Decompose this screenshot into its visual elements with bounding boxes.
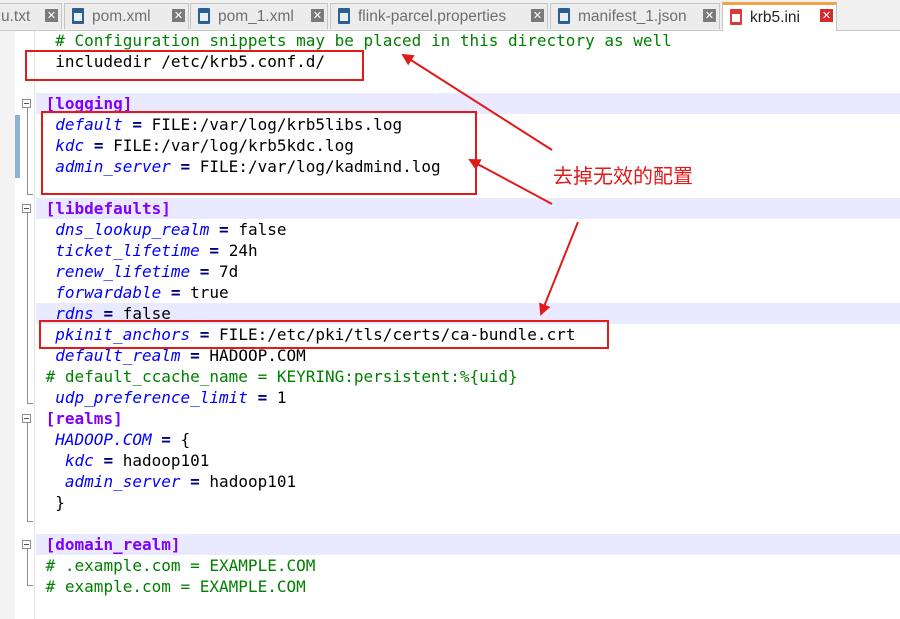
fold-guide	[27, 403, 33, 404]
code-line: admin_server = hadoop101	[36, 471, 900, 492]
line-margin	[0, 31, 15, 619]
code-line: # example.com = EXAMPLE.COM	[36, 576, 900, 597]
code-line: renew_lifetime = 7d	[36, 261, 900, 282]
tab-label: flink-parcel.properties	[358, 7, 507, 25]
close-icon[interactable]: ✕	[531, 9, 544, 22]
code-line: dns_lookup_realm = false	[36, 219, 900, 240]
close-icon[interactable]: ✕	[703, 9, 716, 22]
tab-pom-xml[interactable]: pom.xml ✕	[64, 3, 189, 29]
tab-label: krb5.ini	[750, 9, 800, 26]
file-icon	[71, 7, 87, 26]
comment-text: # Configuration snippets may be placed i…	[55, 31, 672, 50]
file-icon	[337, 7, 353, 26]
fold-guide	[27, 423, 28, 521]
config-key: kdc	[64, 451, 94, 470]
config-value: false	[238, 220, 287, 239]
fold-toggle-domain-realm[interactable]	[22, 540, 31, 549]
operator: =	[170, 283, 181, 302]
config-key: ticket_lifetime	[55, 241, 200, 260]
comment-text: # example.com = EXAMPLE.COM	[45, 577, 306, 596]
file-icon	[557, 7, 573, 26]
tab-pom-1-xml[interactable]: pom_1.xml ✕	[190, 3, 328, 29]
section-header: [domain_realm]	[45, 535, 181, 554]
config-value: 1	[276, 388, 287, 407]
code-line: kdc = hadoop101	[36, 450, 900, 471]
tab-label: u.txt	[1, 7, 31, 25]
tab-label: manifest_1.json	[578, 7, 687, 25]
annotation-note: 去掉无效的配置	[553, 164, 693, 188]
config-value: hadoop101	[209, 472, 297, 491]
section-header: [libdefaults]	[45, 199, 171, 218]
operator: =	[257, 388, 268, 407]
config-key: dns_lookup_realm	[55, 220, 210, 239]
operator: =	[209, 241, 220, 260]
config-key: forwardable	[55, 283, 162, 302]
operator: =	[161, 430, 171, 449]
tab-manifest-1-json[interactable]: manifest_1.json ✕	[550, 3, 720, 29]
close-icon[interactable]: ✕	[311, 9, 324, 22]
operator: =	[190, 472, 200, 491]
config-key: admin_server	[64, 472, 181, 491]
tab-flink-parcel-properties[interactable]: flink-parcel.properties ✕	[330, 3, 548, 29]
fold-toggle-logging[interactable]	[22, 99, 31, 108]
fold-guide	[27, 213, 28, 403]
config-value: hadoop101	[122, 451, 210, 470]
highlight-box-logging	[41, 111, 477, 195]
fold-toggle-libdefaults[interactable]	[22, 204, 31, 213]
config-value: 7d	[219, 262, 239, 281]
code-line: udp_preference_limit = 1	[36, 387, 900, 408]
code-line: [realms]	[36, 408, 900, 429]
close-icon[interactable]: ✕	[172, 9, 185, 22]
file-icon	[729, 9, 745, 27]
close-icon[interactable]: ✕	[820, 9, 833, 22]
config-value: 24h	[228, 241, 258, 260]
operator: =	[219, 220, 229, 239]
tab-krb5-ini[interactable]: krb5.ini ✕	[722, 2, 837, 31]
highlight-box-includedir	[25, 50, 364, 81]
tab-label: pom_1.xml	[218, 7, 294, 25]
config-key: udp_preference_limit	[55, 388, 248, 407]
fold-guide	[27, 521, 33, 522]
highlight-box-pkinit	[39, 320, 609, 349]
comment-text: # default_ccache_name = KEYRING:persiste…	[45, 367, 518, 386]
code-line: [domain_realm]	[36, 534, 900, 555]
tab-u-txt[interactable]: u.txt ✕	[0, 3, 62, 29]
operator: =	[199, 262, 210, 281]
fold-toggle-realms[interactable]	[22, 414, 31, 423]
comment-text: # .example.com = EXAMPLE.COM	[45, 556, 316, 575]
config-value: true	[190, 283, 229, 302]
config-value: {	[180, 430, 191, 449]
tab-bar: u.txt ✕ pom.xml ✕ pom_1.xml ✕ flink-parc…	[0, 0, 900, 31]
fold-guide	[27, 108, 28, 194]
file-icon	[197, 7, 213, 26]
code-line: # default_ccache_name = KEYRING:persiste…	[36, 366, 900, 387]
fold-guide	[27, 585, 33, 586]
section-header: [realms]	[45, 409, 123, 428]
code-line: forwardable = true	[36, 282, 900, 303]
tab-label: pom.xml	[92, 7, 151, 25]
fold-guide	[27, 549, 28, 585]
code-line: # Configuration snippets may be placed i…	[36, 30, 900, 51]
code-line: HADOOP.COM = {	[36, 429, 900, 450]
code-line: # .example.com = EXAMPLE.COM	[36, 555, 900, 576]
code-line: [libdefaults]	[36, 198, 900, 219]
config-key: HADOOP.COM	[55, 430, 152, 449]
config-key: renew_lifetime	[55, 262, 191, 281]
code-line: ticket_lifetime = 24h	[36, 240, 900, 261]
closing-brace: }	[55, 493, 65, 512]
fold-guide	[27, 194, 33, 195]
operator: =	[103, 451, 114, 470]
close-icon[interactable]: ✕	[45, 9, 58, 22]
code-line: }	[36, 492, 900, 513]
